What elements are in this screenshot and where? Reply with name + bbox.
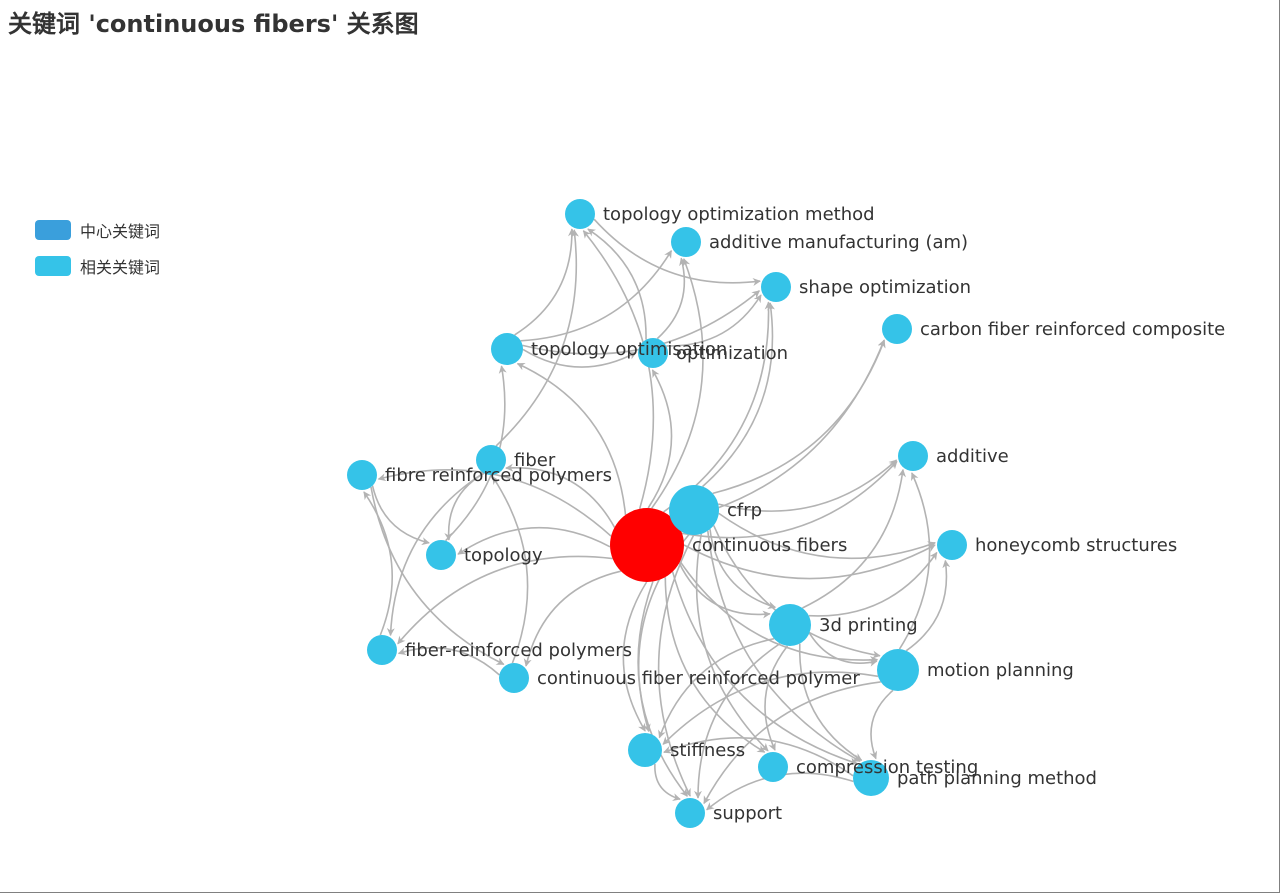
node-topology-optimization-method[interactable]	[565, 199, 595, 229]
node-stiffness[interactable]	[628, 733, 662, 767]
edge-3d-printing-to-compression-testing	[764, 645, 789, 751]
node-cfrp[interactable]	[669, 485, 719, 535]
node-label-shape-optimization: shape optimization	[799, 277, 971, 298]
node-label-additive: additive	[936, 446, 1009, 467]
node-label-stiffness: stiffness	[670, 740, 745, 761]
edge-cfrp-to-shape-optimization	[702, 302, 776, 488]
node-compression-testing[interactable]	[758, 752, 788, 782]
node-label-fiber-reinforced-polymers: fiber-reinforced polymers	[405, 640, 632, 661]
node-label-honeycomb-structures: honeycomb structures	[975, 535, 1177, 556]
edge-optimization-to-additive-manufacturing-am	[656, 257, 687, 340]
node-label-3d-printing: 3d printing	[819, 615, 918, 636]
node-honeycomb-structures[interactable]	[937, 530, 967, 560]
edge-topology-optimisation-to-topology-optimization-method	[514, 228, 577, 336]
node-topology[interactable]	[426, 540, 456, 570]
node-topology-optimisation[interactable]	[491, 333, 523, 365]
node-shape-optimization[interactable]	[761, 272, 791, 302]
edge-motion-planning-to-path-planning-method	[869, 689, 894, 760]
edge-continuous-fibers-to-topology-optimisation	[516, 362, 627, 515]
node-label-cfrp: cfrp	[727, 500, 762, 521]
edge-topology-optimisation-to-additive-manufacturing-am	[520, 250, 673, 342]
edge-fiber-reinforced-polymers-to-fibre-reinforced-polymers	[363, 491, 394, 636]
node-additive-manufacturing-am[interactable]	[671, 227, 701, 257]
node-motion-planning[interactable]	[877, 649, 919, 691]
node-label-continuous-fibers: continuous fibers	[692, 535, 847, 556]
node-fibre-reinforced-polymers[interactable]	[347, 460, 377, 490]
node-label-additive-manufacturing-am: additive manufacturing (am)	[709, 232, 968, 253]
node-continuous-fiber-reinforced-polymer[interactable]	[499, 663, 529, 693]
node-label-topology: topology	[464, 545, 543, 566]
node-fiber-reinforced-polymers[interactable]	[367, 635, 397, 665]
node-additive[interactable]	[898, 441, 928, 471]
node-carbon-fiber-reinforced-composite[interactable]	[882, 314, 912, 344]
node-3d-printing[interactable]	[769, 604, 811, 646]
node-label-motion-planning: motion planning	[927, 660, 1074, 681]
edge-motion-planning-to-honeycomb-structures	[905, 559, 951, 652]
node-label-continuous-fiber-reinforced-polymer: continuous fiber reinforced polymer	[537, 668, 860, 689]
node-label-carbon-fiber-reinforced-composite: carbon fiber reinforced composite	[920, 319, 1225, 340]
label-layer: continuous fibers cfrp 3d printing motion p…	[385, 204, 1225, 824]
node-label-compression-testing: compression testing	[796, 757, 978, 778]
node-label-fibre-reinforced-polymers: fibre reinforced polymers	[385, 465, 612, 486]
node-label-support: support	[713, 803, 782, 824]
edge-continuous-fibers-to-fiber-reinforced-polymers	[397, 555, 613, 645]
edge-3d-printing-to-honeycomb-structures	[808, 551, 938, 617]
node-support[interactable]	[675, 798, 705, 828]
node-label-topology-optimization-method: topology optimization method	[603, 204, 875, 225]
relation-graph: continuous fibers cfrp 3d printing motion p…	[347, 199, 1225, 828]
node-label-optimization: optimization	[676, 343, 788, 364]
